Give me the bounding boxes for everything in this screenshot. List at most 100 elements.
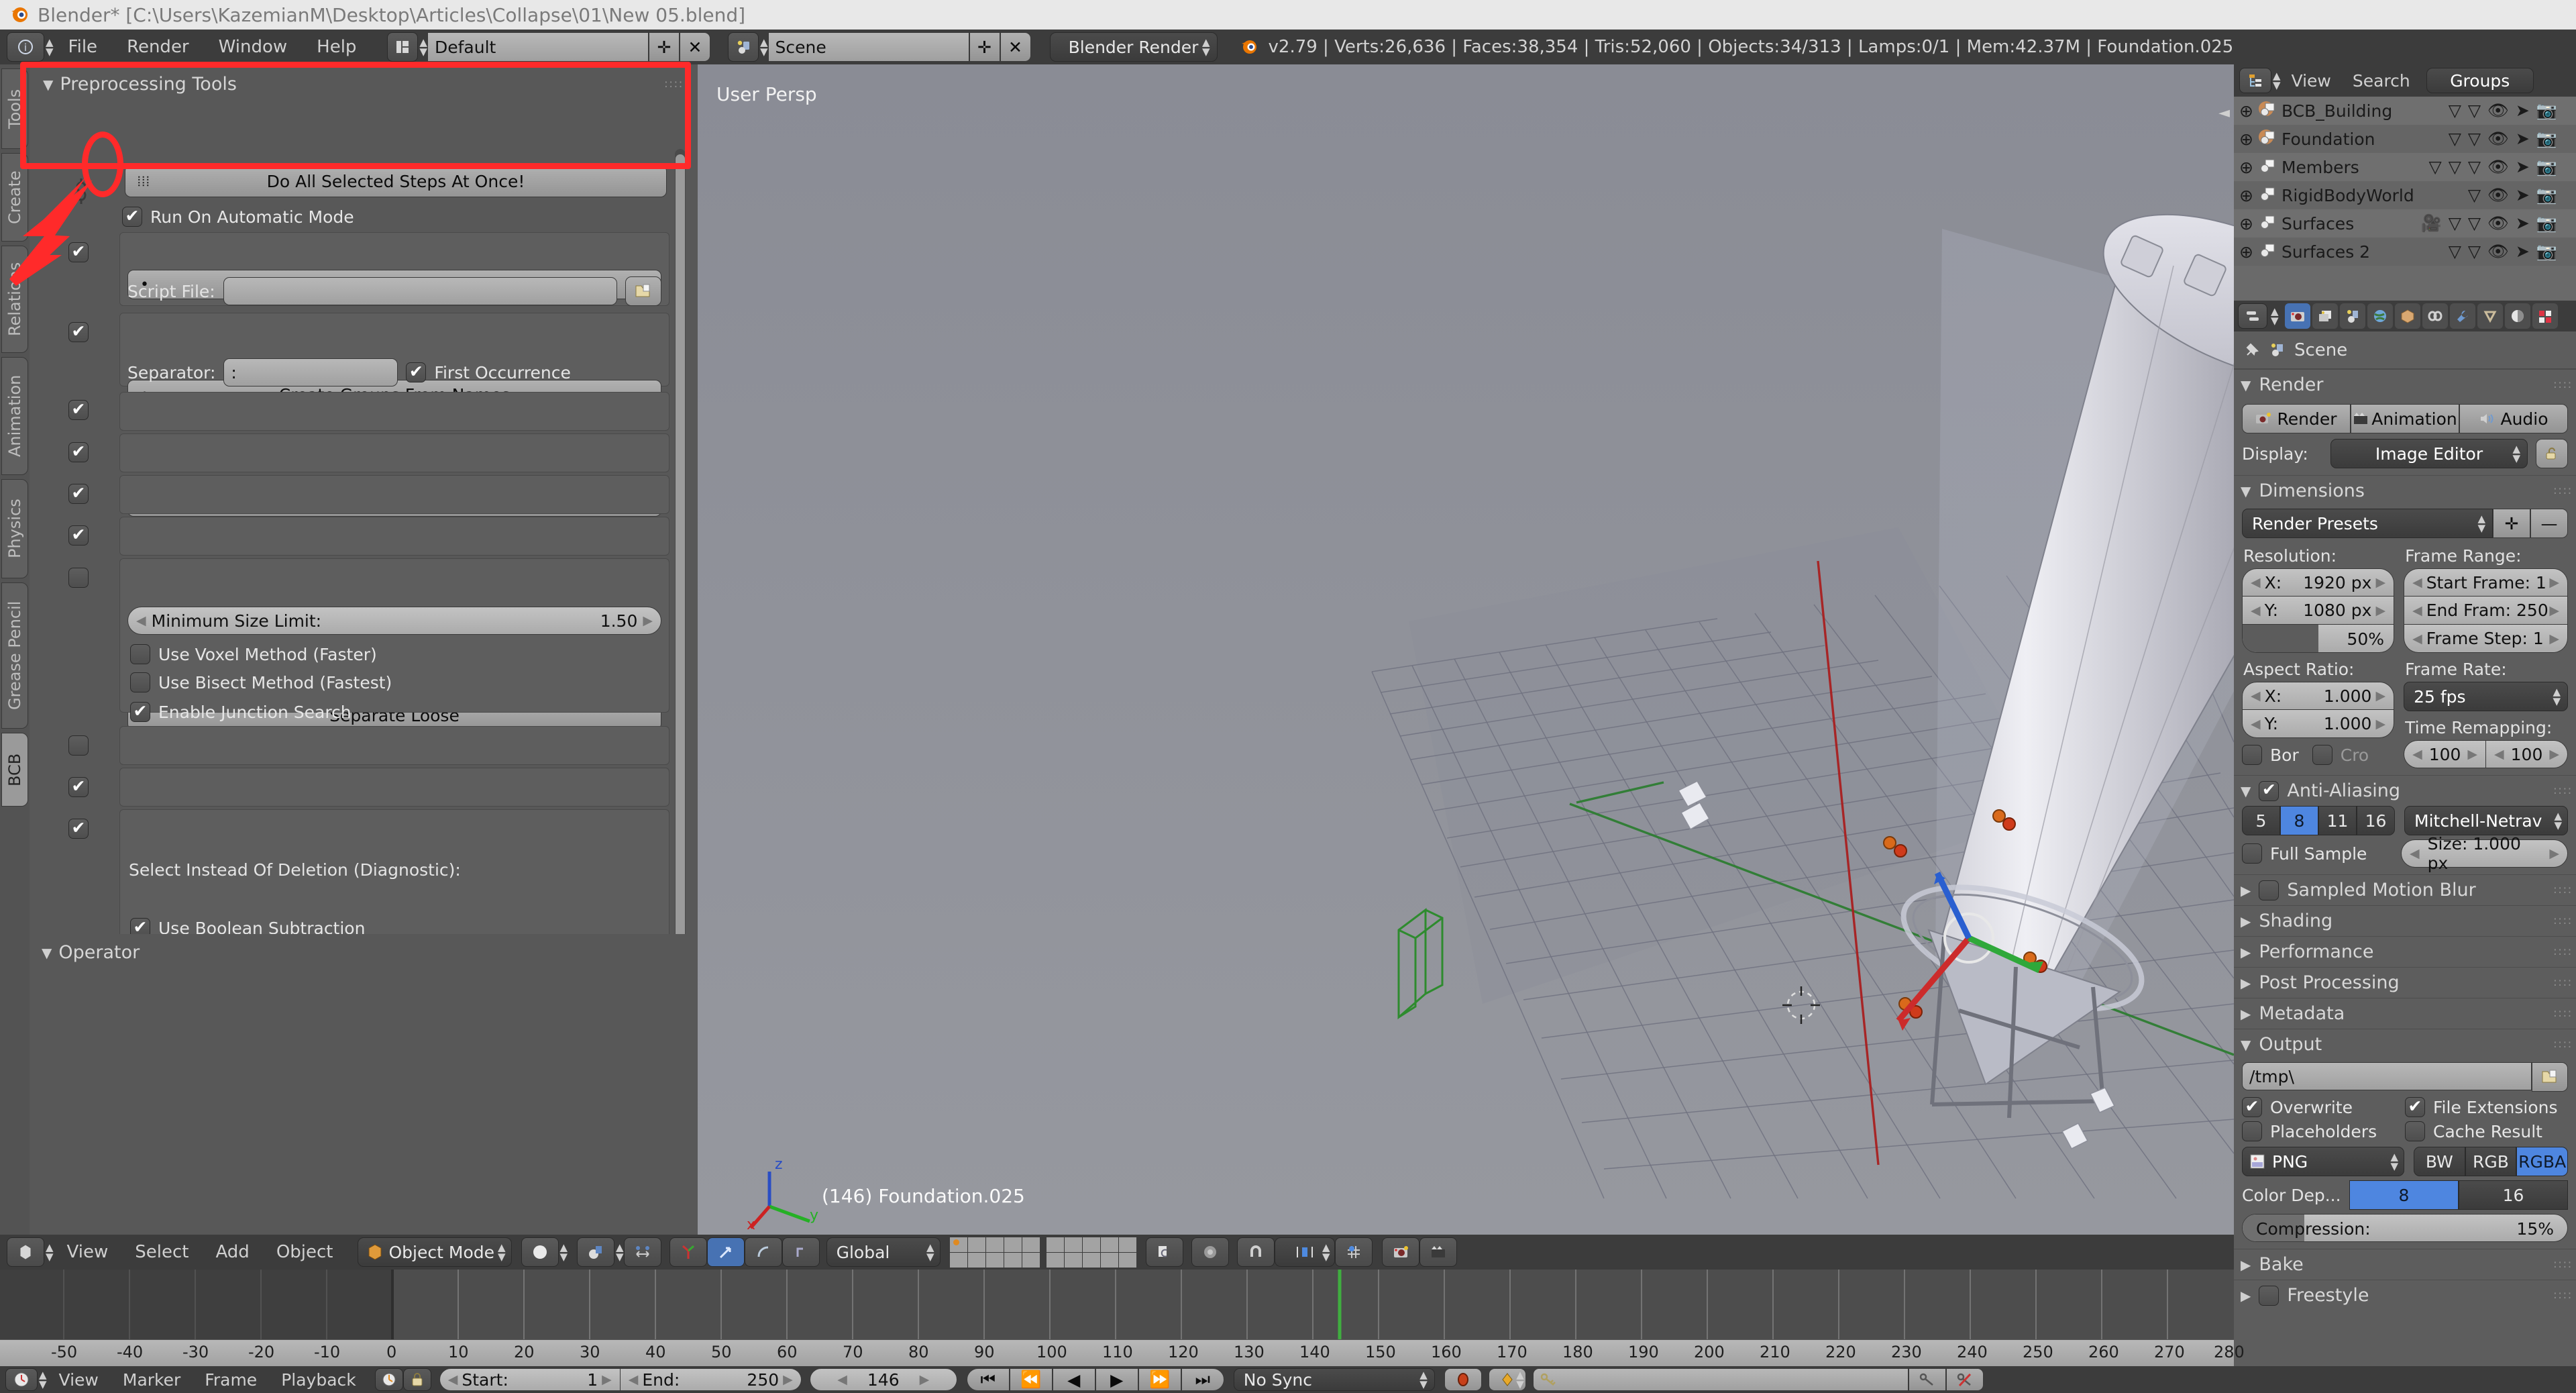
visibility-eye-icon[interactable]: 👁 xyxy=(2487,185,2509,205)
renderable-camera-icon[interactable]: 📷 xyxy=(2536,101,2557,121)
selectable-cursor-icon[interactable]: ➤ xyxy=(2516,185,2530,205)
end-frame-field[interactable]: ◀ End Fram: 250 ▶ xyxy=(2404,597,2568,625)
3d-viewport[interactable]: User Persp z y x (146) Foundation.025 ◄ xyxy=(698,64,2234,1235)
properties-tab-material[interactable] xyxy=(2504,303,2530,329)
script-file-browse-button[interactable] xyxy=(625,276,661,306)
screen-layout-field[interactable]: Default xyxy=(427,32,649,62)
frame-rate-select[interactable]: 25 fps ▲ ▼ xyxy=(2404,682,2568,711)
enable-junction-search-row[interactable]: Enable Junction Search xyxy=(130,702,352,722)
timeline-menu-marker[interactable]: Marker xyxy=(111,1370,193,1390)
viewport-editor-spinner[interactable]: ▲ ▼ xyxy=(46,1243,54,1262)
outliner-icon[interactable] xyxy=(2239,68,2271,93)
viewport-shading-spinner[interactable]: ▲ ▼ xyxy=(560,1243,568,1262)
outliner-row-icons[interactable]: ▽ ▽ 👁 ➤ 📷 xyxy=(2449,242,2576,262)
properties-tab-object[interactable] xyxy=(2394,303,2420,329)
record-ball-icon[interactable] xyxy=(1444,1368,1482,1391)
properties-tab-modifiers[interactable] xyxy=(2449,303,2475,329)
pivot-point-spinner[interactable]: ▲ ▼ xyxy=(616,1243,624,1262)
tool-tab-grease-pencil[interactable]: Grease Pencil xyxy=(1,582,28,729)
outliner-row-foundation[interactable]: ⊕ Foundation ▽ ▽ 👁 ➤ 📷 xyxy=(2234,125,2576,153)
step-checkbox-apply-modifiers-2[interactable] xyxy=(68,735,89,756)
auto-keyframe-record-icon[interactable] xyxy=(374,1368,403,1391)
outliner-row-icons[interactable]: 🎥 ▽ ▽ 👁 ➤ 📷 xyxy=(2421,213,2576,234)
outliner-row-rigidbodyworld[interactable]: ⊕ RigidBodyWorld ▽ 👁 ➤ 📷 xyxy=(2234,181,2576,209)
outliner-row-surfaces[interactable]: ⊕ Surfaces 🎥 ▽ ▽ 👁 ➤ 📷 xyxy=(2234,209,2576,238)
properties-tab-constraints[interactable] xyxy=(2422,303,2448,329)
proportional-edit-icon[interactable] xyxy=(1191,1237,1229,1267)
properties-tab-data[interactable] xyxy=(2477,303,2503,329)
minimum-size-limit-slider[interactable]: ◀ Minimum Size Limit: 1.50 ▶ xyxy=(127,607,661,635)
step-checkbox-separate-loose-1[interactable] xyxy=(68,400,89,420)
decrement-arrow-icon[interactable]: ◀ xyxy=(136,613,146,628)
outliner-row-surfaces-2[interactable]: ⊕ Surfaces 2 ▽ ▽ 👁 ➤ 📷 xyxy=(2234,238,2576,266)
tool-panel-scrollbar-thumb[interactable] xyxy=(676,154,685,960)
border-checkbox[interactable] xyxy=(2242,745,2262,765)
script-file-input[interactable] xyxy=(223,277,617,305)
translate-manipulator-icon[interactable] xyxy=(669,1237,707,1267)
menu-file[interactable]: File xyxy=(54,37,113,57)
separator-input[interactable]: : xyxy=(223,358,398,386)
visibility-eye-icon[interactable]: 👁 xyxy=(2487,129,2509,149)
aspect-y-field[interactable]: ◀ Y: 1.000 ▶ xyxy=(2242,710,2395,738)
file-extensions-row[interactable]: File Extensions xyxy=(2405,1097,2568,1117)
operator-panel-header[interactable]: ▼ Operator xyxy=(42,942,140,963)
delete-keyframe-icon[interactable] xyxy=(1945,1368,1984,1391)
screen-layout-icon[interactable] xyxy=(387,32,419,62)
editor-type-spinner[interactable]: ▲ ▼ xyxy=(46,38,54,57)
renderable-camera-icon[interactable]: 📷 xyxy=(2536,185,2557,205)
menu-help[interactable]: Help xyxy=(302,37,371,57)
step-checkbox-separate-loose-2[interactable] xyxy=(68,525,89,546)
viewport-menu-select[interactable]: Select xyxy=(121,1242,202,1262)
properties-tab-scene[interactable] xyxy=(2339,303,2365,329)
performance-section-header[interactable]: ▶ Performance :::: xyxy=(2234,936,2576,967)
menu-render[interactable]: Render xyxy=(112,37,204,57)
timeline-ruler[interactable]: -50 -40 -30 -20 -10 0 10 20 30 40 50 60 … xyxy=(0,1339,2245,1366)
aa-sample-5-button[interactable]: 5 xyxy=(2242,806,2280,835)
screen-layout-remove-button[interactable]: ✕ xyxy=(679,32,710,62)
antialiasing-section-header[interactable]: ▼ Anti-Aliasing :::: xyxy=(2234,775,2576,806)
viewport-menu-add[interactable]: Add xyxy=(202,1242,262,1262)
color-depth-8-button[interactable]: 8 xyxy=(2349,1180,2459,1210)
step-checkbox-intersection-removal[interactable] xyxy=(68,819,89,839)
timeline-editor-spinner[interactable]: ▲ ▼ xyxy=(39,1370,47,1390)
output-path-input[interactable]: /tmp\ xyxy=(2242,1062,2532,1090)
visibility-eye-icon[interactable]: 👁 xyxy=(2487,157,2509,177)
placeholders-row[interactable]: Placeholders xyxy=(2242,1121,2405,1141)
expand-icon[interactable]: ⊕ xyxy=(2239,101,2253,121)
crop-checkbox[interactable] xyxy=(2312,745,2332,765)
full-sample-checkbox[interactable] xyxy=(2242,843,2262,864)
sampled-motion-blur-checkbox[interactable] xyxy=(2259,880,2279,900)
pivot-point-icon[interactable] xyxy=(577,1237,615,1267)
render-engine-spinner[interactable]: ▲ ▼ xyxy=(1202,38,1210,57)
timeline-icon[interactable] xyxy=(5,1368,38,1391)
output-section-header[interactable]: ▼ Output :::: xyxy=(2234,1029,2576,1060)
outliner-display-mode-select[interactable]: Groups xyxy=(2426,68,2534,93)
next-keyframe-icon[interactable]: ⏩ xyxy=(1138,1368,1181,1391)
render-preset-add-button[interactable]: ✛ xyxy=(2493,509,2530,538)
keying-set-field[interactable] xyxy=(1532,1368,1909,1391)
snap-target-icon[interactable] xyxy=(1334,1237,1373,1267)
color-mode-rgba-button[interactable]: RGBA xyxy=(2516,1147,2569,1176)
selectable-cursor-icon[interactable]: ➤ xyxy=(2516,101,2530,121)
viewport-menu-view[interactable]: View xyxy=(54,1242,122,1262)
outliner-row-bcb-building[interactable]: ⊕ BCB_Building ▽ ▽ 👁 ➤ 📷 xyxy=(2234,97,2576,125)
step-checkbox-apply-modifiers-1[interactable] xyxy=(68,442,89,462)
snap-magnet-icon[interactable] xyxy=(1236,1237,1275,1267)
step-checkbox-enable-rigid-bodies[interactable] xyxy=(68,777,89,797)
color-mode-bw-button[interactable]: BW xyxy=(2414,1147,2465,1176)
run-on-automatic-mode-row[interactable]: Run On Automatic Mode xyxy=(122,207,354,227)
sync-mode-select[interactable]: No Sync ▲ ▼ xyxy=(1233,1368,1435,1391)
dimensions-section-header[interactable]: ▼ Dimensions :::: xyxy=(2234,475,2576,506)
increment-arrow-icon[interactable]: ▶ xyxy=(637,613,653,628)
use-bisect-method-row[interactable]: Use Bisect Method (Fastest) xyxy=(130,672,392,692)
render-animation-icon[interactable] xyxy=(1419,1237,1457,1267)
keyframe-diamond-icon[interactable]: ▲ ▼ xyxy=(1488,1368,1526,1391)
play-reverse-icon[interactable]: ◀ xyxy=(1052,1368,1095,1391)
step-checkbox-discretize[interactable] xyxy=(68,568,89,588)
resolution-y-field[interactable]: ◀ Y: 1080 px ▶ xyxy=(2242,597,2395,625)
outliner-editor-spinner[interactable]: ▲ ▼ xyxy=(2273,71,2281,91)
expand-icon[interactable]: ⊕ xyxy=(2239,242,2253,262)
rotate-manipulator-icon[interactable] xyxy=(706,1237,745,1267)
crop-row[interactable]: Cro xyxy=(2312,745,2369,765)
resolution-x-field[interactable]: ◀ X: 1920 px ▶ xyxy=(2242,568,2395,597)
